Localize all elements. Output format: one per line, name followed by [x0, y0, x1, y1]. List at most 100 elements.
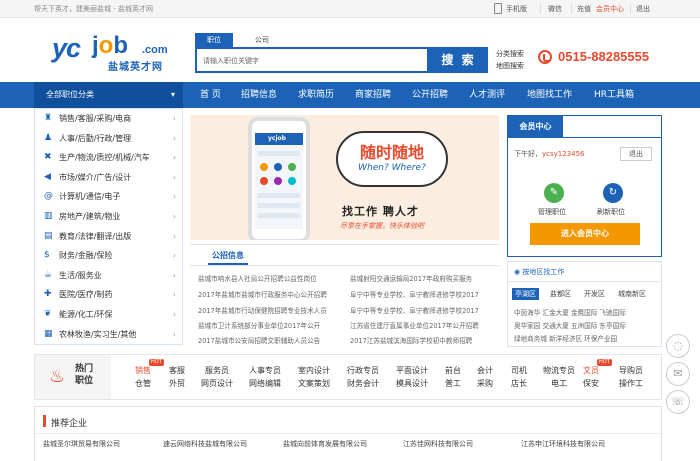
hot-job-link[interactable]: 普工 — [445, 377, 461, 390]
hot-job-link[interactable]: 行政专员 — [347, 364, 379, 377]
hot-job-link[interactable]: 文案策划 — [298, 377, 330, 390]
area-tab[interactable]: 城南新区 — [618, 288, 646, 300]
nav-merchant-jobs[interactable]: 商家招聘 — [355, 82, 391, 108]
company-link[interactable]: 盐城圣尔琪贸易有限公司 — [43, 439, 120, 449]
nav-jobs[interactable]: 招聘信息 — [241, 82, 277, 108]
cart-icon: ♜ — [44, 113, 53, 123]
area-row[interactable]: 奥华家园 交通大厦 五洲国际 东亭国际 — [514, 320, 626, 330]
mobile-link[interactable]: 手机版 — [506, 4, 527, 14]
category-search-link[interactable]: 分类搜索 — [496, 48, 524, 60]
member-logout-button[interactable]: 退出 — [620, 147, 652, 161]
refresh-jobs-link[interactable]: 刷新职位 — [597, 207, 625, 217]
nav-resumes[interactable]: 求职简历 — [298, 82, 334, 108]
category-item[interactable]: ♜ 销售/客服/采购/电商 › — [35, 109, 182, 129]
category-item[interactable]: ▦ 农林牧渔/实习生/其他 › — [35, 325, 182, 345]
building-icon: ▥ — [44, 211, 53, 221]
manage-jobs-link[interactable]: 管理职位 — [538, 207, 566, 217]
category-item[interactable]: ▤ 教育/法律/翻译/出版 › — [35, 227, 182, 247]
hot-job-link[interactable]: 导购员 — [619, 364, 643, 377]
promo-banner[interactable]: ycjob 随时随地 When? Where? 找工作 聘人才 尽享在手掌握，快… — [190, 115, 499, 240]
nav-assessment[interactable]: 人才测评 — [469, 82, 505, 108]
wechat-link[interactable]: 微信 — [548, 4, 562, 14]
hot-job-link[interactable]: 店长 — [511, 377, 527, 390]
hot-job-link[interactable]: 保安 — [583, 377, 599, 390]
logout-link[interactable]: 退出 — [636, 4, 650, 14]
notice-item[interactable]: 阜宁中等专业学校、阜宁教师进修学校2017 — [350, 289, 480, 299]
company-link[interactable]: 江苏申江环境科技有限公司 — [521, 439, 605, 449]
company-link[interactable]: 盐城向前体育发展有限公司 — [283, 439, 367, 449]
category-item[interactable]: @ 计算机/通信/电子 › — [35, 187, 182, 207]
area-tab[interactable]: 亭湖区 — [512, 288, 539, 300]
hot-job-link[interactable]: 物流专员 — [543, 364, 575, 377]
search-button[interactable]: 搜 索 — [429, 47, 488, 73]
notice-item[interactable]: 2017江苏盐城滨海国际学校初中教师招聘 — [350, 335, 480, 345]
category-item[interactable]: ☕ 生活/服务业 › — [35, 266, 182, 286]
speech-bubble: 随时随地 When? Where? — [336, 131, 448, 187]
hot-job-link[interactable]: 平面设计 — [396, 364, 428, 377]
hot-job-link[interactable]: 外贸 — [169, 377, 185, 390]
area-row[interactable]: 中茵海华 汇金大厦 金鹰国际 飞驰国际 — [514, 307, 626, 317]
notice-item[interactable]: 江苏省住建厅直属事业单位2017年公开招聘 — [350, 320, 480, 330]
area-tab[interactable]: 开发区 — [584, 288, 605, 300]
notice-item[interactable]: 阜宁中等专业学校、阜宁教师进修学校2017 — [350, 305, 480, 315]
refresh-jobs-icon[interactable]: ↻ — [603, 183, 623, 203]
site-logo[interactable]: yc job .com 盐城英才网 — [52, 32, 177, 73]
map-search-link[interactable]: 地图搜索 — [496, 60, 524, 72]
category-item[interactable]: ▥ 房地产/建筑/物业 › — [35, 207, 182, 227]
chevron-down-icon: ▾ — [170, 90, 175, 99]
hot-job-link[interactable]: 网页设计 — [201, 377, 233, 390]
hot-job-link[interactable]: 司机 — [511, 364, 527, 377]
nav-home[interactable]: 首 页 — [200, 82, 221, 108]
notice-item[interactable]: 盐城市卫计系统部分事业单位2017年公开 — [198, 320, 328, 330]
nav-hr-tools[interactable]: HR工具箱 — [594, 82, 634, 108]
hot-column: 导购员 操作工 — [619, 364, 643, 390]
category-item[interactable]: ✖ 生产/物流/质控/机械/汽车 › — [35, 148, 182, 168]
top-bar: 帮天下英才，建美丽盐城 - 盐城英才网 手机版 微信 充值 会员中心 退出 — [0, 0, 700, 18]
tab-company[interactable]: 公司 — [247, 33, 277, 47]
phone-icon[interactable]: ☏ — [666, 390, 690, 414]
recharge-link[interactable]: 充值 — [577, 4, 591, 14]
category-item[interactable]: ❦ 能源/化工/环保 › — [35, 305, 182, 325]
message-icon[interactable]: ✉ — [666, 362, 690, 386]
notice-item[interactable]: 2017年盐城市行动保健院招聘专业技术人员 — [198, 305, 328, 315]
hot-job-link[interactable]: 仓管 — [135, 377, 151, 390]
company-link[interactable]: 江苏佳网科技有限公司 — [403, 439, 473, 449]
hot-job-link[interactable]: 采购 — [477, 377, 493, 390]
hot-job-link[interactable]: 财务会计 — [347, 377, 379, 390]
hot-job-link[interactable]: 室内设计 — [298, 364, 330, 377]
chat-icon[interactable]: ◌ — [666, 334, 690, 358]
hot-job-link[interactable]: 人事专员 — [249, 364, 281, 377]
category-item[interactable]: ◀ 市场/媒介/广告/设计 › — [35, 168, 182, 188]
category-item[interactable]: ♟ 人事/后勤/行政/管理 › — [35, 129, 182, 149]
enter-member-center-button[interactable]: 进入会员中心 — [530, 223, 640, 245]
notice-item[interactable]: 盐城射阳交通运输局2017年政府购买服务 — [350, 273, 480, 283]
hot-job-link[interactable]: 客服 — [169, 364, 185, 377]
hot-job-link[interactable]: 销售 — [135, 364, 151, 377]
all-categories-button[interactable]: 全部职位分类 ▾ — [34, 82, 183, 108]
member-center-link[interactable]: 会员中心 — [596, 4, 624, 14]
notice-item[interactable]: 2017年盐城市盐城市行政服务中心公开招聘 — [198, 289, 328, 299]
hot-job-link[interactable]: 电工 — [543, 377, 575, 390]
tab-job[interactable]: 职位 — [195, 33, 233, 47]
book-icon: ▤ — [44, 230, 53, 241]
notice-item[interactable]: 盐城市响水县人社局公开招聘公益性岗位 — [198, 273, 328, 283]
nav-public-jobs[interactable]: 公开招聘 — [412, 82, 448, 108]
manage-jobs-icon[interactable]: ✎ — [544, 183, 564, 203]
chevron-right-icon: › — [172, 251, 176, 261]
category-item[interactable]: $ 财务/金融/保险 › — [35, 246, 182, 266]
nav-map-jobs[interactable]: 地图找工作 — [527, 82, 572, 108]
category-item[interactable]: ✚ 医院/医疗/制药 › — [35, 285, 182, 305]
hot-job-link[interactable]: 服务员 — [201, 364, 233, 377]
hot-job-link[interactable]: 操作工 — [619, 377, 643, 390]
notice-item[interactable]: 2017盐城市公安局招聘文职辅助人员公告 — [198, 335, 328, 345]
hot-job-link[interactable]: 会计 — [477, 364, 493, 377]
area-tab[interactable]: 盐都区 — [550, 288, 571, 300]
phone-icon — [538, 50, 552, 64]
company-link[interactable]: 速云网络科技盐城有限公司 — [163, 439, 247, 449]
hot-job-link[interactable]: 网络编辑 — [249, 377, 281, 390]
hot-job-link[interactable]: 前台 — [445, 364, 461, 377]
hot-job-link[interactable]: 模具设计 — [396, 377, 428, 390]
hot-job-link[interactable]: 文员 — [583, 364, 599, 377]
search-input[interactable]: 请输入职位关键字 — [195, 47, 429, 73]
area-row[interactable]: 绿地商务城 新洋经济区 环保产业园 — [514, 333, 617, 343]
